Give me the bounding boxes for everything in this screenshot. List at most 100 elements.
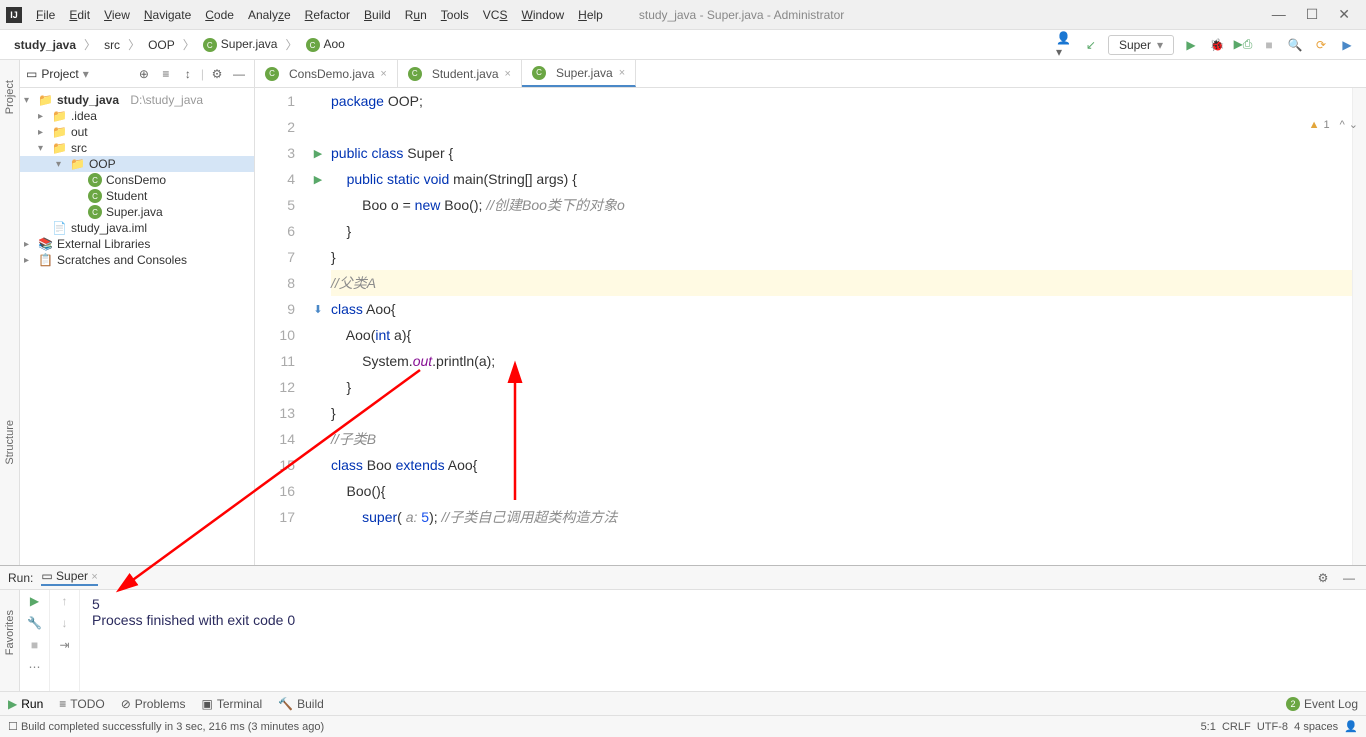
up-arrow-icon[interactable]: ↑ (62, 594, 68, 608)
expand-icon[interactable]: ≡ (157, 65, 175, 83)
update-icon[interactable]: ⟳ (1312, 36, 1330, 54)
menu-help[interactable]: Help (572, 6, 609, 24)
left-tool-strip-favorites: Favorites (0, 590, 20, 691)
code-area[interactable]: 1234567891011121314151617 ▶▶⬇ package OO… (255, 88, 1366, 565)
btab-problems[interactable]: ⊘ Problems (121, 697, 186, 711)
run-panel-header: Run: ▭ Super × ⚙ — (0, 566, 1366, 590)
run-marker-icon[interactable]: ▶ (305, 140, 331, 166)
wrap-icon[interactable]: ⇥ (59, 638, 69, 652)
stop-icon[interactable]: ■ (31, 638, 38, 652)
tab-consdemo[interactable]: CConsDemo.java× (255, 60, 398, 87)
tab-super[interactable]: CSuper.java× (522, 60, 636, 87)
menu-edit[interactable]: Edit (63, 6, 96, 24)
close-icon[interactable]: × (619, 67, 625, 79)
debug-button[interactable]: 🐞 (1208, 36, 1226, 54)
search-icon[interactable]: 🔍 (1286, 36, 1304, 54)
app-icon: IJ (6, 7, 22, 23)
rerun-button[interactable]: ▶ (30, 594, 39, 608)
tree-student[interactable]: CStudent (20, 188, 254, 204)
crumb-project[interactable]: study_java (10, 36, 80, 54)
tab-project-vertical[interactable]: Project (4, 80, 16, 114)
btab-build[interactable]: 🔨 Build (278, 697, 324, 711)
wrench-icon[interactable]: 🔧 (27, 616, 42, 630)
btab-eventlog[interactable]: 2 Event Log (1286, 697, 1358, 711)
gear-icon[interactable]: ⚙ (1314, 569, 1332, 587)
menu-run[interactable]: Run (399, 6, 433, 24)
run-gutter: ▶▶ ⬇ (305, 88, 331, 565)
line-ending[interactable]: CRLF (1222, 721, 1251, 733)
coverage-button[interactable]: ▶⎙ (1234, 36, 1252, 54)
readonly-icon[interactable]: 👤 (1344, 720, 1358, 733)
btab-terminal[interactable]: ▣ Terminal (201, 697, 262, 711)
menu-view[interactable]: View (98, 6, 136, 24)
back-arrow-icon[interactable]: ↙ (1082, 36, 1100, 54)
run-button[interactable]: ▶ (1182, 36, 1200, 54)
console-output[interactable]: 5 Process finished with exit code 0 (80, 590, 1366, 691)
more-icon[interactable]: ⋯ (29, 660, 41, 674)
close-icon[interactable]: × (505, 68, 511, 80)
down-arrow-icon[interactable]: ↓ (62, 616, 68, 630)
override-marker-icon[interactable]: ⬇ (305, 296, 331, 322)
close-button[interactable]: ✕ (1338, 6, 1350, 23)
tree-src[interactable]: ▾📁src (20, 140, 254, 156)
editor: CConsDemo.java× CStudent.java× CSuper.ja… (255, 60, 1366, 565)
hide-panel-icon[interactable]: — (230, 65, 248, 83)
tree-out[interactable]: ▸📁out (20, 124, 254, 140)
warning-icon: ▲ (1309, 119, 1320, 131)
menu-window[interactable]: Window (515, 6, 570, 24)
menu-tools[interactable]: Tools (435, 6, 475, 24)
file-encoding[interactable]: UTF-8 (1257, 721, 1288, 733)
user-icon[interactable]: 👤▾ (1056, 36, 1074, 54)
left-tool-strip-lower: Structure (0, 420, 20, 465)
run-marker-icon[interactable]: ▶ (305, 166, 331, 192)
close-icon[interactable]: × (380, 68, 386, 80)
btab-run[interactable]: ▶Run (8, 697, 43, 711)
crumb-src[interactable]: src (100, 36, 124, 54)
stop-button[interactable]: ■ (1260, 36, 1278, 54)
tab-structure-vertical[interactable]: Structure (4, 420, 16, 465)
run-tab[interactable]: ▭ Super × (41, 569, 97, 586)
tree-idea[interactable]: ▸📁.idea (20, 108, 254, 124)
tree-iml[interactable]: 📄study_java.iml (20, 220, 254, 236)
menu-build[interactable]: Build (358, 6, 397, 24)
menu-file[interactable]: File (30, 6, 61, 24)
menu-analyze[interactable]: Analyze (242, 6, 297, 24)
menu-navigate[interactable]: Navigate (138, 6, 197, 24)
menu-vcs[interactable]: VCS (477, 6, 514, 24)
minimize-button[interactable]: — (1272, 6, 1286, 23)
crumb-file[interactable]: CSuper.java (199, 35, 282, 55)
menu-refactor[interactable]: Refactor (299, 6, 356, 24)
run-toolbar-2: ↑ ↓ ⇥ (50, 590, 80, 691)
project-panel-header: ▭ Project ▾ ⊕ ≡ ↕ | ⚙ — (20, 60, 254, 88)
status-bar: ☐ Build completed successfully in 3 sec,… (0, 715, 1366, 737)
ide-icon[interactable]: ▶ (1338, 36, 1356, 54)
hide-panel-icon[interactable]: — (1340, 569, 1358, 587)
status-hide-icon[interactable]: ☐ (8, 720, 18, 733)
tree-consdemo[interactable]: CConsDemo (20, 172, 254, 188)
indent-setting[interactable]: 4 spaces (1294, 721, 1338, 733)
crumb-oop[interactable]: OOP (144, 36, 179, 54)
project-panel-title[interactable]: Project (41, 67, 78, 81)
btab-todo[interactable]: ≡ TODO (59, 697, 104, 711)
tree-root[interactable]: ▾📁study_java D:\study_java (20, 92, 254, 108)
tree-super[interactable]: CSuper.java (20, 204, 254, 220)
tree-external[interactable]: ▸📚External Libraries (20, 236, 254, 252)
crumb-class[interactable]: CAoo (302, 35, 349, 55)
locate-icon[interactable]: ⊕ (135, 65, 153, 83)
project-panel: ▭ Project ▾ ⊕ ≡ ↕ | ⚙ — ▾📁study_java D:\… (20, 60, 255, 565)
gear-icon[interactable]: ⚙ (208, 65, 226, 83)
caret-position[interactable]: 5:1 (1201, 721, 1216, 733)
tab-student[interactable]: CStudent.java× (398, 60, 522, 87)
code-text[interactable]: package OOP; public class Super { public… (331, 88, 1352, 565)
menu-code[interactable]: Code (199, 6, 240, 24)
maximize-button[interactable]: ☐ (1306, 6, 1319, 23)
inspection-badge[interactable]: ▲1 ^⌄ (1309, 118, 1358, 131)
tree-scratches[interactable]: ▸📋Scratches and Consoles (20, 252, 254, 268)
project-tree: ▾📁study_java D:\study_java ▸📁.idea ▸📁out… (20, 88, 254, 272)
run-config-selector[interactable]: Super▾ (1108, 35, 1174, 55)
console-line: Process finished with exit code 0 (92, 612, 1354, 628)
tab-favorites-vertical[interactable]: Favorites (4, 610, 16, 655)
window-title: study_java - Super.java - Administrator (639, 8, 844, 22)
collapse-icon[interactable]: ↕ (179, 65, 197, 83)
tree-oop[interactable]: ▾📁OOP (20, 156, 254, 172)
